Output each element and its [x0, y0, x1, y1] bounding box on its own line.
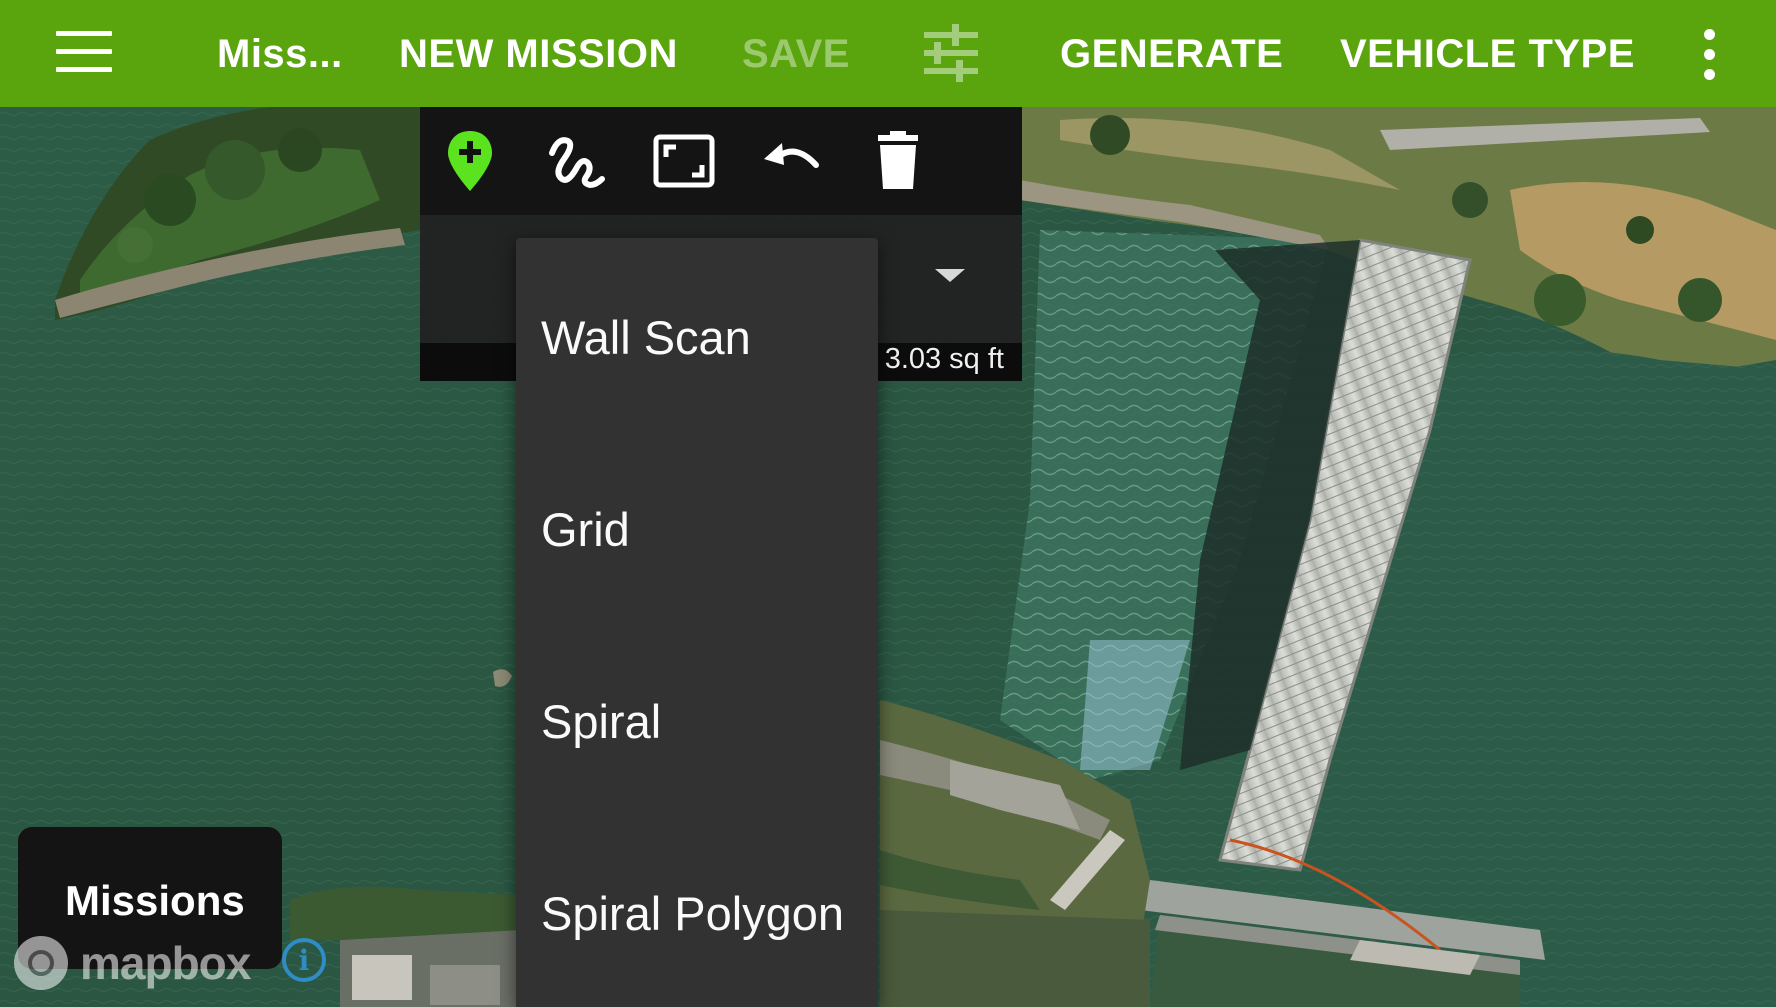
tune-sliders-icon[interactable] — [922, 24, 980, 82]
mapbox-logo-text: mapbox — [80, 937, 251, 989]
delete-icon[interactable] — [866, 129, 930, 193]
top-app-bar: Miss... NEW MISSION SAVE GENERATE VEHICL… — [0, 0, 1776, 107]
chevron-down-icon[interactable] — [935, 269, 965, 282]
mapbox-logo: mapbox — [14, 932, 264, 996]
menu-item-spiral-polygon[interactable]: Spiral Polygon — [516, 814, 878, 1006]
info-icon[interactable]: i — [282, 938, 326, 982]
generate-button[interactable]: GENERATE — [1060, 30, 1283, 78]
menu-item-label: Wall Scan — [541, 311, 751, 364]
more-vertical-icon[interactable] — [1698, 27, 1722, 81]
freehand-draw-icon[interactable] — [544, 129, 608, 193]
menu-item-label: Grid — [541, 503, 630, 556]
new-mission-button[interactable]: NEW MISSION — [399, 30, 678, 78]
menu-item-spiral[interactable]: Spiral — [516, 622, 878, 814]
menu-item-wall-scan[interactable]: Wall Scan — [516, 238, 878, 430]
vehicle-type-button[interactable]: VEHICLE TYPE — [1340, 30, 1635, 78]
missions-button-label: Missions — [65, 877, 245, 924]
undo-icon[interactable] — [760, 129, 824, 193]
hamburger-menu-icon[interactable] — [56, 31, 112, 72]
menu-item-label: Spiral Polygon — [541, 887, 845, 940]
area-readout: 3.03 sq ft — [884, 343, 1004, 375]
pattern-dropdown-menu: Wall Scan Grid Spiral Spiral Polygon — [516, 238, 878, 1007]
save-button[interactable]: SAVE — [742, 30, 850, 78]
tool-row — [420, 107, 1022, 215]
menu-item-grid[interactable]: Grid — [516, 430, 878, 622]
app-bar-title: Miss... — [217, 32, 343, 76]
mapbox-logo-icon — [14, 936, 68, 990]
add-waypoint-icon[interactable] — [438, 129, 502, 193]
fit-to-screen-icon[interactable] — [652, 129, 716, 193]
menu-item-label: Spiral — [541, 695, 662, 748]
